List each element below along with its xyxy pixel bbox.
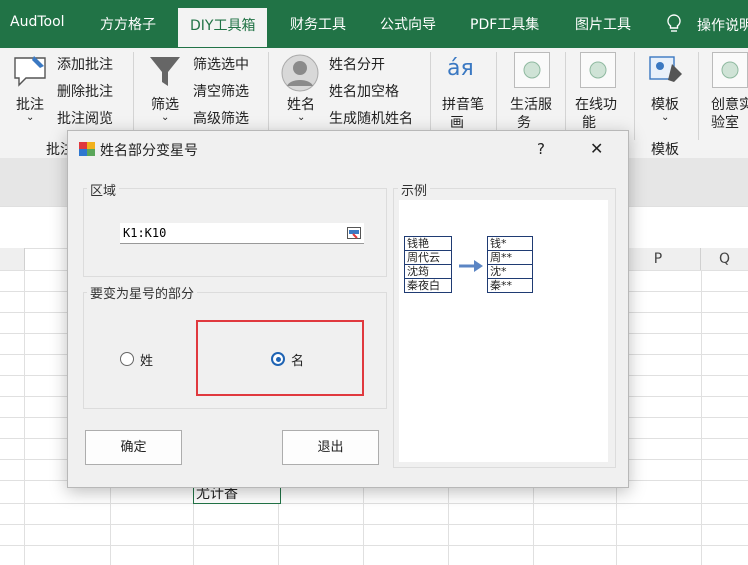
example-after-cell: 周** — [487, 250, 533, 265]
column-line — [701, 270, 702, 565]
person-icon — [281, 54, 319, 96]
tab-pdf-tools[interactable]: PDF工具集 — [470, 14, 539, 34]
example-before-cell: 秦夜白 — [404, 278, 452, 293]
comment-icon — [12, 54, 48, 92]
filter-button[interactable]: 筛选 — [151, 94, 179, 114]
split-name-item[interactable]: 姓名分开 — [329, 54, 385, 74]
part-group-label: 要变为星号的部分 — [87, 283, 198, 302]
add-annotation-item[interactable]: 添加批注 — [57, 54, 113, 74]
example-before-cell: 周代云 — [404, 250, 452, 265]
exit-button[interactable]: 退出 — [282, 430, 379, 465]
example-before-table: 钱艳 周代云 沈筠 秦夜白 — [404, 236, 452, 293]
annotation-button[interactable]: 批注 — [16, 94, 44, 114]
ribbon-separator — [496, 52, 497, 140]
range-group-label: 区域 — [87, 180, 120, 199]
creative-lab-button-line1[interactable]: 创意实 — [711, 94, 748, 114]
life-service-button-line2[interactable]: 务 — [517, 112, 531, 132]
tab-fangfanggezi[interactable]: 方方格子 — [100, 14, 156, 34]
tab-finance-tools[interactable]: 财务工具 — [290, 14, 346, 34]
range-select-icon[interactable] — [347, 227, 361, 243]
surname-radio[interactable] — [120, 352, 134, 366]
filter-icon — [148, 54, 182, 94]
close-icon[interactable]: ✕ — [590, 139, 603, 158]
online-function-button-line1[interactable]: 在线功 — [575, 94, 617, 114]
example-before-cell: 沈筠 — [404, 264, 452, 279]
example-after-table: 钱* 周** 沈* 秦** — [487, 236, 533, 293]
name-button[interactable]: 姓名 — [287, 94, 315, 114]
creative-lab-button-line2[interactable]: 验室 — [711, 112, 739, 132]
help-button[interactable]: ? — [537, 140, 545, 158]
tab-audtool[interactable]: AudTool — [10, 14, 65, 30]
surname-option-label[interactable]: 姓 — [140, 350, 153, 369]
template-group-label: 模板 — [651, 142, 679, 158]
column-line — [24, 270, 25, 565]
row-line — [0, 545, 748, 546]
column-header-q[interactable]: Q — [701, 248, 748, 270]
delete-annotation-item[interactable]: 删除批注 — [57, 81, 113, 101]
example-group-label: 示例 — [398, 180, 431, 199]
range-input[interactable] — [120, 223, 364, 244]
lightbulb-icon[interactable] — [666, 14, 682, 38]
arrow-right-icon — [458, 259, 484, 277]
creative-lab-icon — [712, 52, 748, 88]
name-add-space-item[interactable]: 姓名加空格 — [329, 81, 399, 101]
ok-button[interactable]: 确定 — [85, 430, 182, 465]
example-after-cell: 钱* — [487, 236, 533, 251]
row-line — [0, 503, 748, 504]
dialog-title: 姓名部分变星号 — [100, 143, 198, 159]
pinyin-button-line2[interactable]: 画 — [450, 112, 464, 132]
view-annotation-item[interactable]: 批注阅览 — [57, 108, 113, 128]
ribbon-separator — [133, 52, 134, 140]
ribbon-separator — [698, 52, 699, 140]
pinyin-button-line1[interactable]: 拼音笔 — [442, 94, 484, 114]
random-name-item[interactable]: 生成随机姓名 — [329, 108, 413, 128]
tab-formula-wizard[interactable]: 公式向导 — [380, 14, 436, 34]
chevron-down-icon[interactable]: ⌄ — [297, 112, 305, 123]
template-icon — [648, 54, 684, 92]
ribbon-separator — [634, 52, 635, 140]
ribbon-separator — [565, 52, 566, 140]
ribbon-tab-bar: AudTool 方方格子 DIY工具箱 财务工具 公式向导 PDF工具集 图片工… — [0, 0, 748, 48]
given-name-radio[interactable] — [271, 352, 285, 366]
advanced-filter-item[interactable]: 高级筛选 — [193, 108, 249, 128]
clear-filter-item[interactable]: 清空筛选 — [193, 81, 249, 101]
tab-diy-toolbox[interactable]: DIY工具箱 — [178, 8, 268, 47]
example-after-cell: 秦** — [487, 278, 533, 293]
given-name-option-label[interactable]: 名 — [291, 350, 304, 369]
filter-selected-item[interactable]: 筛选选中 — [193, 54, 249, 74]
chevron-down-icon[interactable]: ⌄ — [26, 112, 34, 123]
ribbon-separator — [268, 52, 269, 140]
chevron-down-icon[interactable]: ⌄ — [661, 112, 669, 123]
example-before-cell: 钱艳 — [404, 236, 452, 251]
select-all-corner[interactable] — [0, 248, 25, 270]
example-after-cell: 沈* — [487, 264, 533, 279]
tab-image-tools[interactable]: 图片工具 — [575, 14, 631, 34]
online-function-icon — [580, 52, 616, 88]
row-line — [0, 524, 748, 525]
app-icon — [79, 142, 95, 160]
pinyin-icon: áя — [447, 56, 474, 81]
ribbon-separator — [430, 52, 431, 140]
chevron-down-icon[interactable]: ⌄ — [161, 112, 169, 123]
template-button[interactable]: 模板 — [651, 94, 679, 114]
online-function-button-line2[interactable]: 能 — [582, 112, 596, 132]
life-service-icon — [514, 52, 550, 88]
tell-me-label[interactable]: 操作说明 — [697, 15, 748, 35]
life-service-button-line1[interactable]: 生活服 — [510, 94, 552, 114]
